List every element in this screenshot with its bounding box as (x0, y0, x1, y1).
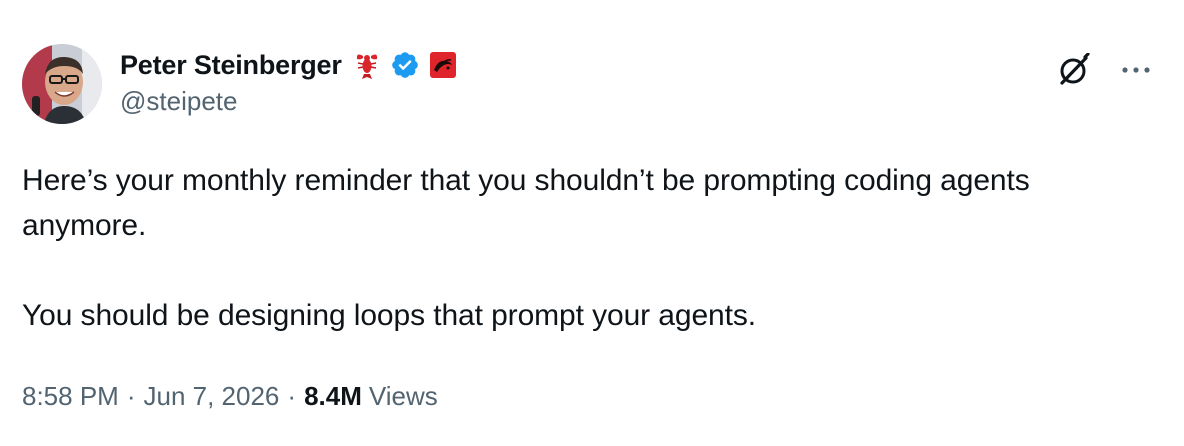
verified-badge-icon[interactable] (390, 50, 420, 80)
affiliate-badge-icon[interactable] (428, 50, 458, 80)
tweet-time[interactable]: 8:58 PM (22, 381, 119, 412)
tweet-card: Peter Steinberger @steipete Here’s your … (0, 0, 1184, 446)
tweet-date[interactable]: Jun 7, 2026 (144, 381, 280, 412)
display-name[interactable]: Peter Steinberger (120, 50, 342, 81)
views-label: Views (368, 381, 438, 411)
tweet-meta: 8:58 PM · Jun 7, 2026 · 8.4M Views (22, 381, 438, 412)
lobster-emoji-badge (352, 50, 382, 80)
meta-separator: · (287, 381, 297, 411)
more-options-icon[interactable] (1118, 52, 1154, 88)
views-count: 8.4M (304, 381, 362, 411)
meta-separator: · (126, 381, 136, 411)
name-row: Peter Steinberger (120, 46, 458, 84)
tweet-text: Here’s your monthly reminder that you sh… (22, 158, 1142, 338)
tweet-top-actions (1056, 52, 1154, 88)
tweet-paragraph: Here’s your monthly reminder that you sh… (22, 164, 1038, 242)
tweet-paragraph: You should be designing loops that promp… (22, 299, 757, 332)
author-handle[interactable]: @steipete (120, 86, 458, 117)
avatar[interactable] (22, 44, 102, 124)
author-block: Peter Steinberger @steipete (120, 46, 458, 117)
grok-icon[interactable] (1056, 52, 1092, 88)
